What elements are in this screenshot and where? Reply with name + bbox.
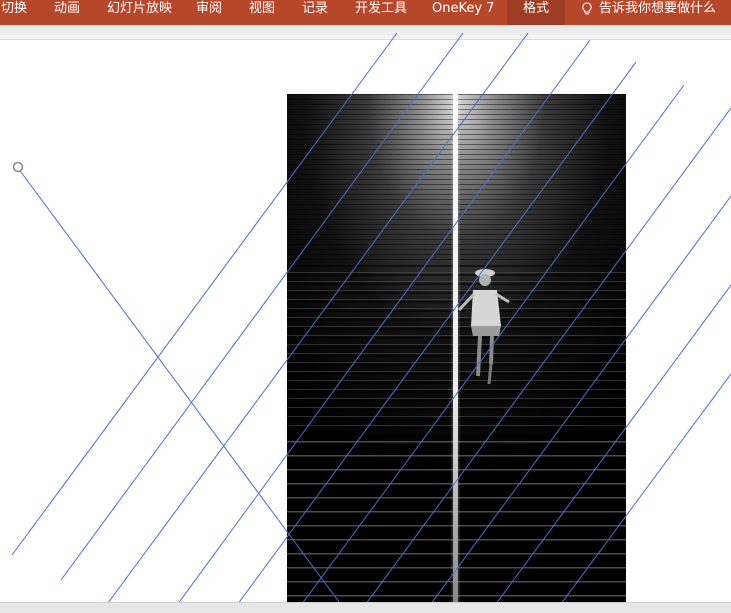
tab-animations[interactable]: 动画 bbox=[54, 0, 80, 25]
stairs-photo-drawing bbox=[287, 94, 626, 604]
tab-onekey[interactable]: OneKey 7 bbox=[432, 0, 494, 25]
tell-me-label: 告诉我你想要做什么 bbox=[599, 1, 717, 16]
bottom-scroll-area bbox=[0, 602, 731, 613]
tab-format[interactable]: 格式 bbox=[507, 0, 566, 25]
stairs-photo[interactable] bbox=[287, 94, 626, 604]
ribbon-tab-bar: 切换 动画 幻灯片放映 审阅 视图 记录 开发工具 OneKey 7 格式 告诉… bbox=[0, 0, 731, 25]
tab-review[interactable]: 审阅 bbox=[196, 0, 222, 25]
tab-record[interactable]: 记录 bbox=[302, 0, 328, 25]
tab-view[interactable]: 视图 bbox=[249, 0, 275, 25]
tab-transitions[interactable]: 切换 bbox=[1, 0, 27, 25]
lightbulb-icon bbox=[582, 2, 592, 15]
tab-developer[interactable]: 开发工具 bbox=[355, 0, 407, 25]
ribbon-panel-edge bbox=[0, 25, 731, 40]
tab-slide-show[interactable]: 幻灯片放映 bbox=[107, 0, 172, 25]
